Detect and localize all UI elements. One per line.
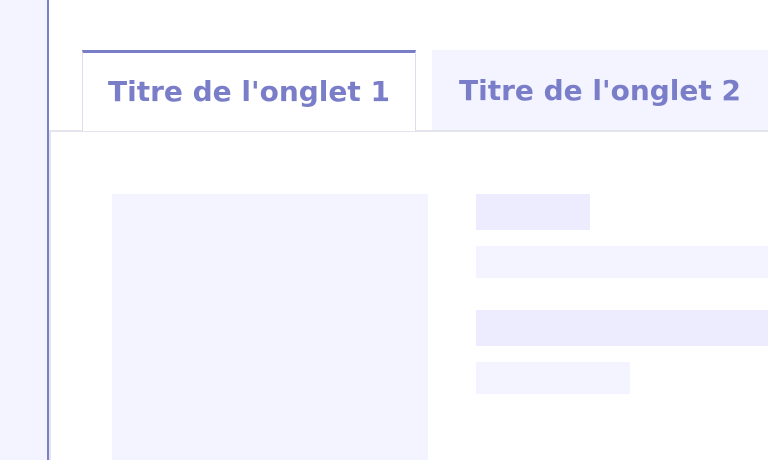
text-line-placeholder-2: [476, 310, 768, 346]
image-placeholder: [112, 194, 428, 460]
tab-1[interactable]: Titre de l'onglet 1: [82, 50, 416, 131]
text-line-placeholder-3: [476, 362, 630, 394]
tab-2-label: Titre de l'onglet 2: [459, 74, 741, 107]
tab-1-label: Titre de l'onglet 1: [108, 74, 390, 108]
title-placeholder: [476, 194, 590, 230]
left-side-rail: [0, 0, 49, 460]
tab-2[interactable]: Titre de l'onglet 2: [432, 50, 768, 131]
page: Titre de l'onglet 1 Titre de l'onglet 2: [0, 0, 768, 460]
tab-panel-left-border: [49, 130, 51, 460]
text-line-placeholder-1: [476, 246, 768, 278]
